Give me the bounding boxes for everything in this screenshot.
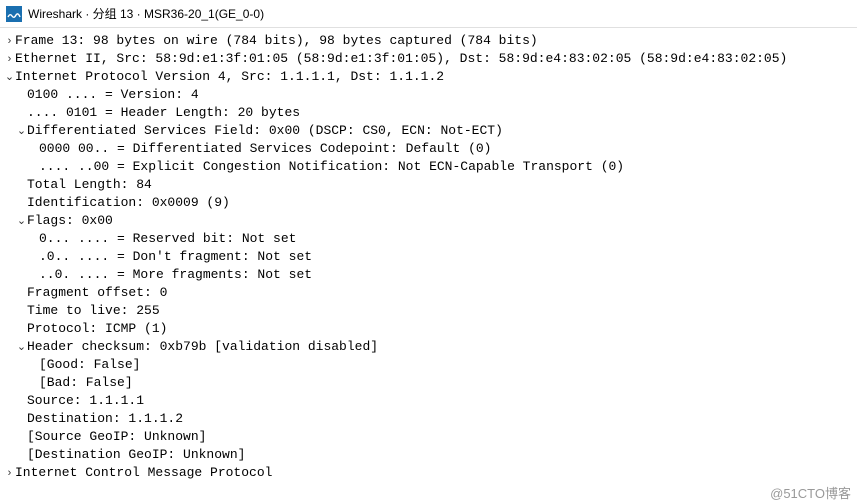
tree-row[interactable]: ⌄Differentiated Services Field: 0x00 (DS… [0, 122, 857, 140]
tree-row[interactable]: ⌄Flags: 0x00 [0, 212, 857, 230]
expand-open-icon[interactable]: ⌄ [4, 68, 15, 86]
tree-row-text: ..0. .... = More fragments: Not set [39, 266, 312, 284]
titlebar: Wireshark · 分组 13 · MSR36-20_1(GE_0-0) [0, 0, 857, 28]
tree-row[interactable]: Time to live: 255 [0, 302, 857, 320]
tree-row[interactable]: ..0. .... = More fragments: Not set [0, 266, 857, 284]
tree-row-text: Flags: 0x00 [27, 212, 113, 230]
tree-row[interactable]: [Source GeoIP: Unknown] [0, 428, 857, 446]
tree-row[interactable]: Protocol: ICMP (1) [0, 320, 857, 338]
tree-row[interactable]: [Good: False] [0, 356, 857, 374]
tree-row[interactable]: Fragment offset: 0 [0, 284, 857, 302]
tree-row-text: [Destination GeoIP: Unknown] [27, 446, 245, 464]
tree-row-text: Time to live: 255 [27, 302, 160, 320]
expand-open-icon[interactable]: ⌄ [16, 122, 27, 140]
tree-row[interactable]: ›Ethernet II, Src: 58:9d:e1:3f:01:05 (58… [0, 50, 857, 68]
tree-row-text: 0... .... = Reserved bit: Not set [39, 230, 296, 248]
window-title: Wireshark · 分组 13 · MSR36-20_1(GE_0-0) [28, 5, 264, 22]
expand-closed-icon[interactable]: › [4, 464, 15, 482]
tree-row[interactable]: ⌄Internet Protocol Version 4, Src: 1.1.1… [0, 68, 857, 86]
tree-row[interactable]: [Destination GeoIP: Unknown] [0, 446, 857, 464]
tree-row-text: Internet Protocol Version 4, Src: 1.1.1.… [15, 68, 444, 86]
expand-closed-icon[interactable]: › [4, 50, 15, 68]
tree-row-text: [Bad: False] [39, 374, 133, 392]
tree-row-text: 0000 00.. = Differentiated Services Code… [39, 140, 491, 158]
tree-row-text: Fragment offset: 0 [27, 284, 167, 302]
tree-row[interactable]: .... ..00 = Explicit Congestion Notifica… [0, 158, 857, 176]
tree-row-text: Ethernet II, Src: 58:9d:e1:3f:01:05 (58:… [15, 50, 787, 68]
tree-row[interactable]: ›Internet Control Message Protocol [0, 464, 857, 482]
tree-row[interactable]: 0... .... = Reserved bit: Not set [0, 230, 857, 248]
tree-row-text: Identification: 0x0009 (9) [27, 194, 230, 212]
tree-row-text: .0.. .... = Don't fragment: Not set [39, 248, 312, 266]
wireshark-icon [6, 6, 22, 22]
tree-row-text: Header checksum: 0xb79b [validation disa… [27, 338, 378, 356]
tree-row[interactable]: ›Frame 13: 98 bytes on wire (784 bits), … [0, 32, 857, 50]
expand-closed-icon[interactable]: › [4, 32, 15, 50]
tree-row[interactable]: 0100 .... = Version: 4 [0, 86, 857, 104]
tree-row-text: Protocol: ICMP (1) [27, 320, 167, 338]
tree-row[interactable]: Total Length: 84 [0, 176, 857, 194]
tree-row-text: Source: 1.1.1.1 [27, 392, 144, 410]
tree-row-text: .... ..00 = Explicit Congestion Notifica… [39, 158, 624, 176]
tree-row[interactable]: .... 0101 = Header Length: 20 bytes [0, 104, 857, 122]
packet-details-tree[interactable]: ›Frame 13: 98 bytes on wire (784 bits), … [0, 28, 857, 482]
tree-row-text: .... 0101 = Header Length: 20 bytes [27, 104, 300, 122]
expand-open-icon[interactable]: ⌄ [16, 338, 27, 356]
tree-row-text: Frame 13: 98 bytes on wire (784 bits), 9… [15, 32, 538, 50]
tree-row[interactable]: [Bad: False] [0, 374, 857, 392]
tree-row-text: Destination: 1.1.1.2 [27, 410, 183, 428]
tree-row-text: Differentiated Services Field: 0x00 (DSC… [27, 122, 503, 140]
tree-row[interactable]: 0000 00.. = Differentiated Services Code… [0, 140, 857, 158]
watermark-text: @51CTO博客 [770, 483, 851, 502]
tree-row[interactable]: Identification: 0x0009 (9) [0, 194, 857, 212]
tree-row-text: [Source GeoIP: Unknown] [27, 428, 206, 446]
tree-row-text: [Good: False] [39, 356, 140, 374]
tree-row[interactable]: .0.. .... = Don't fragment: Not set [0, 248, 857, 266]
tree-row-text: 0100 .... = Version: 4 [27, 86, 199, 104]
tree-row-text: Internet Control Message Protocol [15, 464, 272, 482]
expand-open-icon[interactable]: ⌄ [16, 212, 27, 230]
tree-row[interactable]: Destination: 1.1.1.2 [0, 410, 857, 428]
tree-row[interactable]: ⌄Header checksum: 0xb79b [validation dis… [0, 338, 857, 356]
tree-row[interactable]: Source: 1.1.1.1 [0, 392, 857, 410]
tree-row-text: Total Length: 84 [27, 176, 152, 194]
